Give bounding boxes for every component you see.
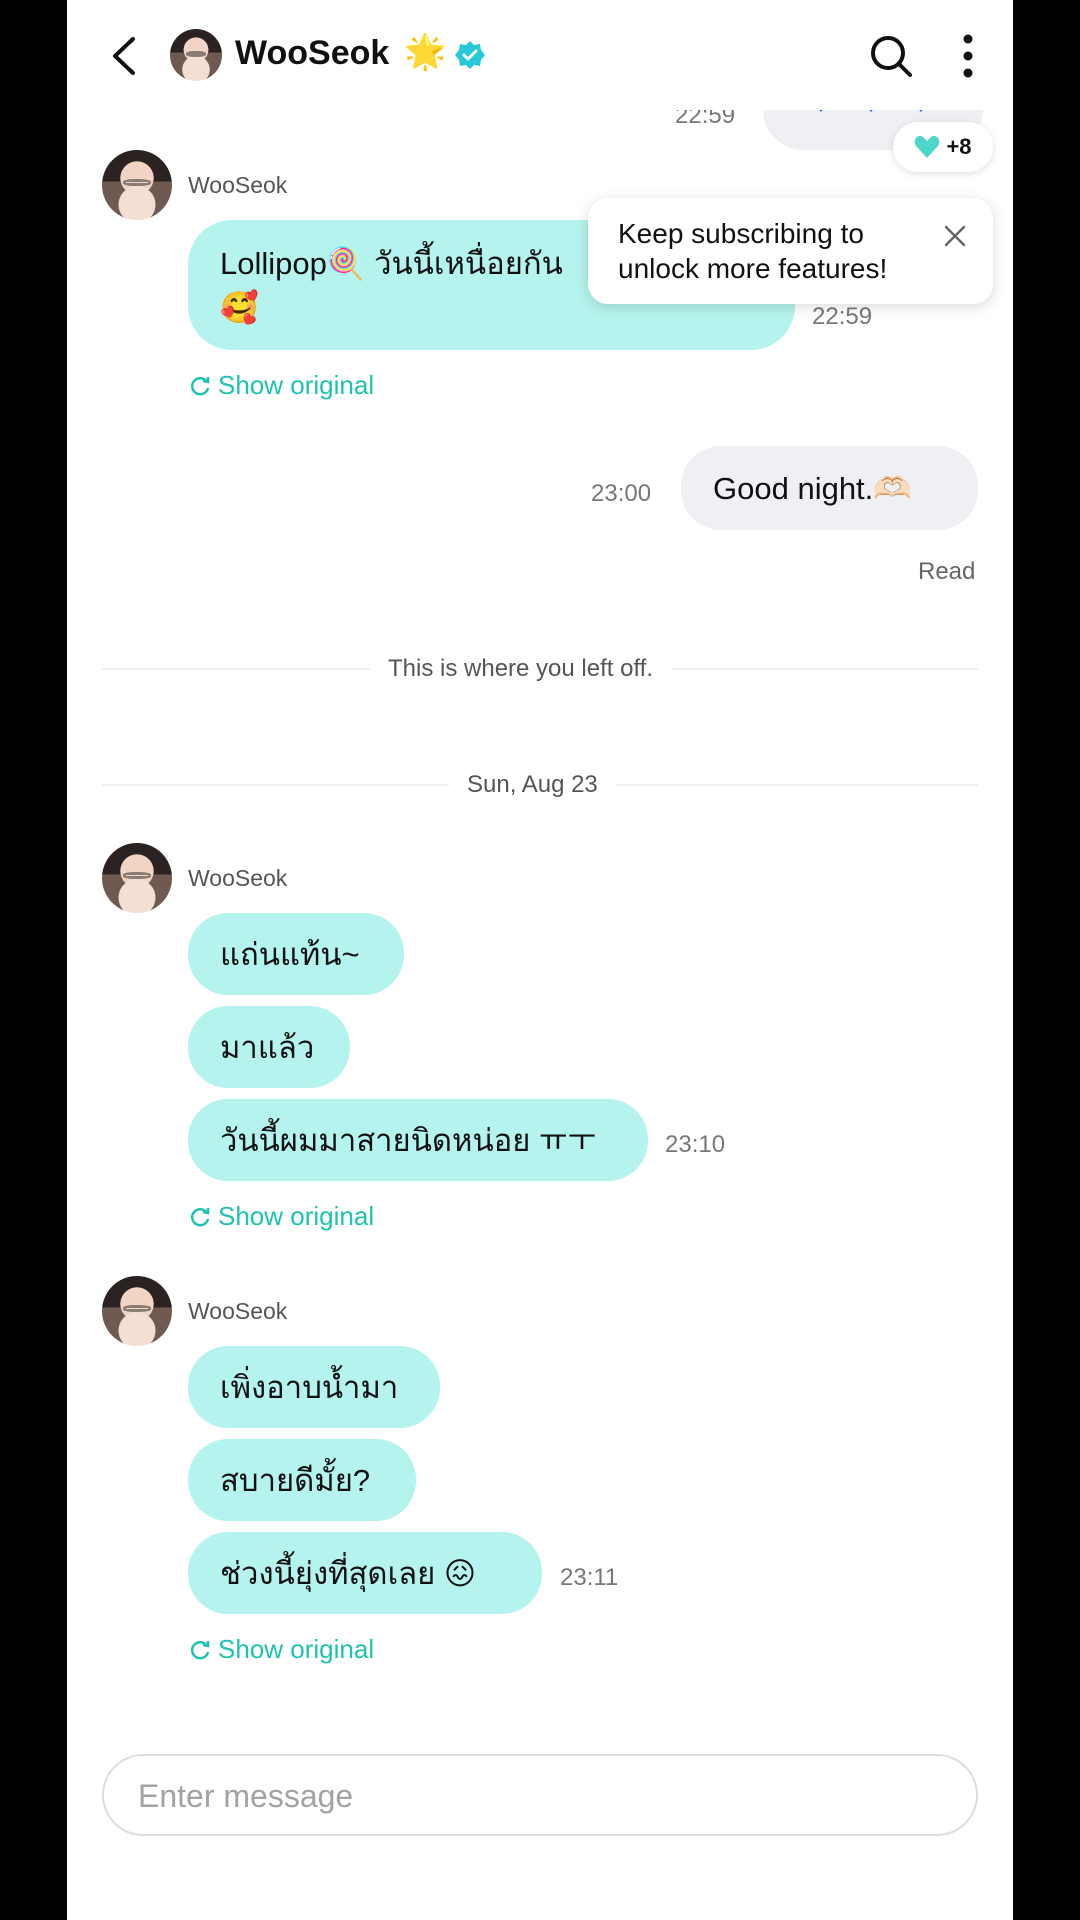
message-input[interactable] xyxy=(136,1756,940,1836)
sender-avatar[interactable] xyxy=(102,843,172,913)
message-bubble[interactable]: เพิ่งอาบน้ำมา xyxy=(188,1346,440,1428)
sender-avatar[interactable] xyxy=(102,150,172,220)
search-icon[interactable] xyxy=(869,34,913,78)
message-time: 23:00 xyxy=(591,480,652,507)
heart-icon xyxy=(915,135,940,158)
date-label: Sun, Aug 23 xyxy=(449,771,616,799)
subscription-tooltip: Keep subscribing to unlock more features… xyxy=(588,198,993,304)
sender-name: WooSeok xyxy=(188,172,288,198)
translate-icon xyxy=(190,376,210,395)
sender-name: WooSeok xyxy=(188,865,288,891)
show-original-link[interactable]: Show original xyxy=(188,1201,374,1232)
show-original-label: Show original xyxy=(218,1201,375,1231)
my-message-bubble[interactable]: Good night.🫶🏻 xyxy=(681,446,978,530)
verified-icon xyxy=(455,41,485,69)
tooltip-text: unlock more features! xyxy=(618,253,888,284)
show-original-link[interactable]: Show original xyxy=(188,370,374,401)
message-bubble[interactable]: วันนี้ผมมาสายนิดหน่อย ㅠㅜ xyxy=(188,1099,648,1181)
left-off-label: This is where you left off. xyxy=(370,655,672,683)
chat-header: WooSeok 🌟 xyxy=(67,0,1013,110)
sender-name: WooSeok xyxy=(188,1298,288,1324)
show-original-label: Show original xyxy=(218,370,375,400)
show-original-label: Show original xyxy=(218,1634,375,1664)
show-original-link[interactable]: Show original xyxy=(188,1634,374,1665)
tooltip-text: Keep subscribing to xyxy=(618,218,864,249)
message-bubble[interactable]: มาแล้ว xyxy=(188,1006,350,1088)
more-icon[interactable] xyxy=(963,34,973,78)
back-icon[interactable] xyxy=(107,36,141,76)
message-bubble[interactable]: แถ่นแท้น~ xyxy=(188,913,404,995)
translate-icon xyxy=(190,1640,210,1659)
reaction-count-pill[interactable]: +8 xyxy=(893,122,993,172)
message-time: 23:11 xyxy=(560,1564,619,1591)
avatar[interactable] xyxy=(170,29,222,81)
translate-icon xyxy=(190,1207,210,1226)
message-bubble[interactable]: ช่วงนี้ยุ่งที่สุดเลย 😖 xyxy=(188,1532,542,1614)
chat-title[interactable]: WooSeok xyxy=(235,34,389,73)
message-composer xyxy=(102,1754,978,1836)
star-icon: 🌟 xyxy=(404,33,447,71)
message-bubble[interactable]: สบายดีมั้ย? xyxy=(188,1439,416,1521)
close-icon[interactable] xyxy=(943,224,967,248)
chat-screen: 22:59 +8 WooSeok 🌟 WooSeok Lollipop🍭 วัน… xyxy=(67,0,1013,1920)
message-time: 22:59 xyxy=(812,303,873,330)
read-status: Read xyxy=(918,558,976,585)
message-time: 23:10 xyxy=(665,1131,726,1158)
sender-avatar[interactable] xyxy=(102,1276,172,1346)
reaction-count: +8 xyxy=(946,134,972,159)
